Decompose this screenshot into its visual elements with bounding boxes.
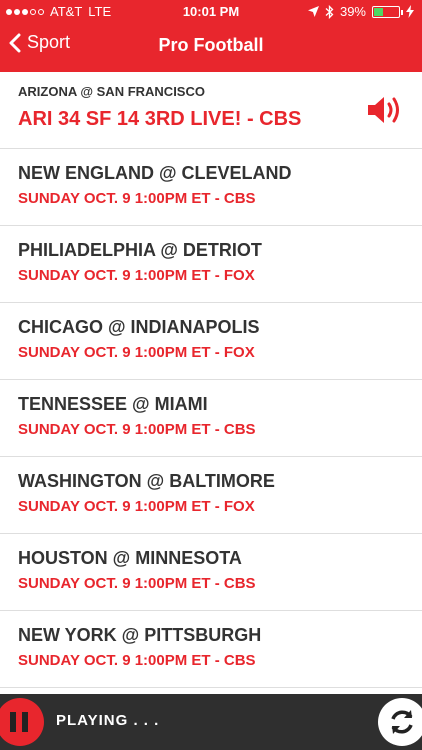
bluetooth-icon — [325, 4, 334, 19]
status-right: 39% — [307, 4, 414, 19]
game-matchup: WASHINGTON @ BALTIMORE — [18, 471, 275, 491]
navigation-bar: Sport Pro Football — [0, 22, 422, 72]
battery-percent: 39% — [339, 4, 366, 19]
page-title: Pro Football — [158, 35, 264, 55]
game-row[interactable]: HOUSTON @ MINNESOTA SUNDAY OCT. 9 1:00PM… — [0, 534, 422, 611]
status-bar: AT&T LTE 10:01 PM 39% — [0, 0, 422, 22]
game-live-score: ARI 34 SF 14 3RD LIVE! - CBS — [18, 108, 302, 130]
playing-status: PLAYING . . . — [56, 712, 160, 729]
game-schedule: SUNDAY OCT. 9 1:00PM ET - FOX — [18, 267, 255, 284]
game-schedule: SUNDAY OCT. 9 1:00PM ET - CBS — [18, 421, 256, 438]
game-matchup: NEW ENGLAND @ CLEVELAND — [18, 163, 292, 183]
game-schedule: SUNDAY OCT. 9 1:00PM ET - FOX — [18, 344, 255, 361]
game-matchup: CHICAGO @ INDIANAPOLIS — [18, 317, 260, 337]
game-schedule: SUNDAY OCT. 9 1:00PM ET - CBS — [18, 190, 256, 207]
game-matchup: TENNESSEE @ MIAMI — [18, 394, 208, 414]
live-game-row[interactable]: ARIZONA @ SAN FRANCISCO ARI 34 SF 14 3RD… — [0, 72, 422, 149]
game-schedule: SUNDAY OCT. 9 1:00PM ET - FOX — [18, 498, 255, 515]
game-row[interactable]: WASHINGTON @ BALTIMORE SUNDAY OCT. 9 1:0… — [0, 457, 422, 534]
game-matchup: PHILIADELPHIA @ DETRIOT — [18, 240, 262, 260]
game-matchup: ARIZONA @ SAN FRANCISCO — [18, 84, 205, 99]
charging-bolt-icon — [406, 5, 414, 18]
game-matchup: HOUSTON @ MINNESOTA — [18, 548, 242, 568]
app-header: AT&T LTE 10:01 PM 39% Sport Pro Football — [0, 0, 422, 72]
location-arrow-icon — [307, 6, 319, 17]
games-list: ARIZONA @ SAN FRANCISCO ARI 34 SF 14 3RD… — [0, 72, 422, 694]
battery-icon — [372, 5, 403, 18]
speaker-icon[interactable] — [366, 94, 406, 126]
game-matchup: NEW YORK @ PITTSBURGH — [18, 625, 262, 645]
refresh-icon — [391, 710, 413, 734]
game-schedule: SUNDAY OCT. 9 1:00PM ET - CBS — [18, 652, 256, 669]
game-row[interactable]: NEW YORK @ PITTSBURGH SUNDAY OCT. 9 1:00… — [0, 611, 422, 688]
game-row[interactable]: PHILIADELPHIA @ DETRIOT SUNDAY OCT. 9 1:… — [0, 226, 422, 303]
game-row[interactable]: CHICAGO @ INDIANAPOLIS SUNDAY OCT. 9 1:0… — [0, 303, 422, 380]
refresh-button[interactable] — [378, 698, 422, 746]
now-playing-bar: PLAYING . . . — [0, 694, 422, 750]
game-schedule: SUNDAY OCT. 9 1:00PM ET - CBS — [18, 575, 256, 592]
game-row[interactable]: TENNESSEE @ MIAMI SUNDAY OCT. 9 1:00PM E… — [0, 380, 422, 457]
pause-icon-bar — [22, 712, 28, 732]
pause-button[interactable] — [0, 698, 44, 746]
game-row[interactable]: NEW ENGLAND @ CLEVELAND SUNDAY OCT. 9 1:… — [0, 149, 422, 226]
pause-icon — [10, 712, 16, 732]
